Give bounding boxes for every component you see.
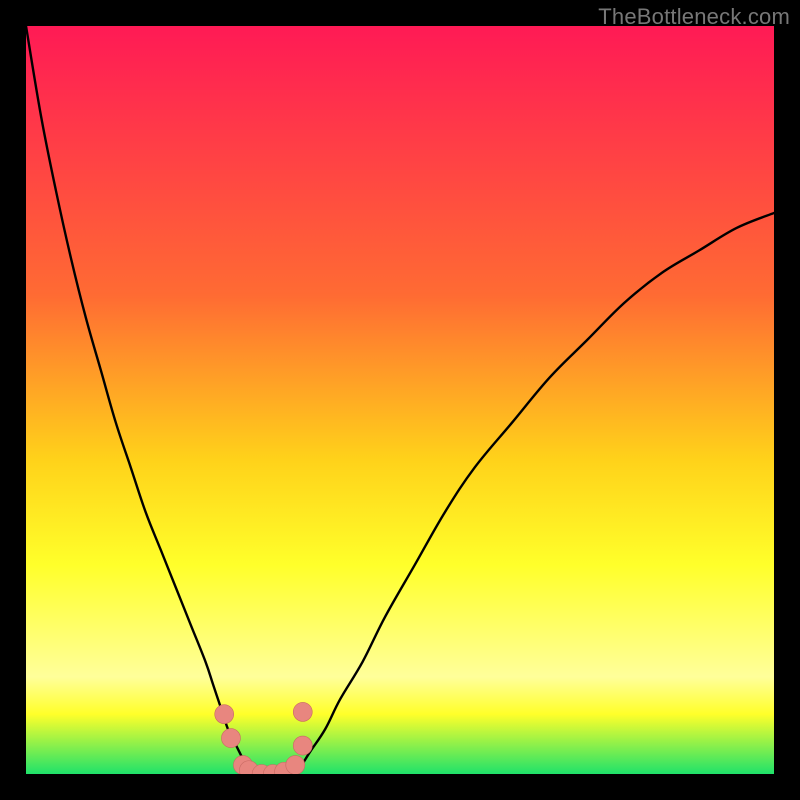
data-marker	[221, 729, 240, 748]
data-marker	[286, 756, 305, 774]
chart-root: TheBottleneck.com	[0, 0, 800, 800]
bottleneck-curve	[26, 26, 774, 774]
data-marker	[215, 705, 234, 724]
data-marker	[293, 702, 312, 721]
curve-layer	[26, 26, 774, 774]
plot-area	[26, 26, 774, 774]
watermark-label: TheBottleneck.com	[598, 4, 790, 30]
data-marker	[293, 736, 312, 755]
